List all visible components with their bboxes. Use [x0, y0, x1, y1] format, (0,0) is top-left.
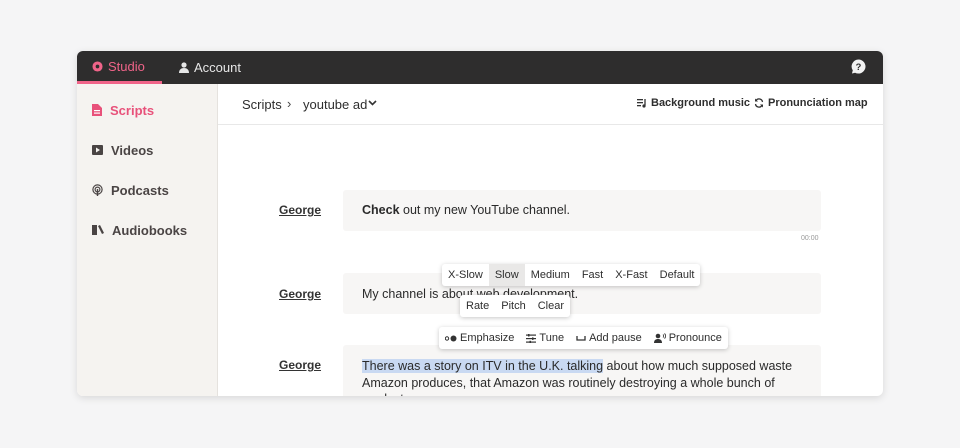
book-icon [92, 225, 104, 235]
speaker-name[interactable]: George [279, 287, 321, 301]
speaker-name[interactable]: George [279, 358, 321, 372]
document-icon [92, 104, 102, 116]
tab-account[interactable]: Account [179, 51, 241, 84]
speaking-person-icon [653, 333, 666, 343]
add-pause-label: Add pause [589, 332, 642, 344]
sync-icon [754, 98, 764, 108]
sidebar-item-label: Scripts [110, 102, 155, 118]
editor: Scripts › youtube ad Background music Pr… [218, 84, 883, 396]
background-music-label: Background music [651, 97, 751, 109]
top-bar: Studio Account ? [77, 51, 883, 84]
chevron-down-icon[interactable] [368, 100, 377, 106]
bold-text: Check [362, 203, 400, 217]
tune-icon [526, 333, 537, 343]
pronounce-label: Pronounce [668, 332, 722, 344]
rate-option-medium[interactable]: Medium [525, 264, 576, 286]
timestamp: 00:00 [801, 235, 819, 242]
tune-label: Tune [539, 332, 565, 344]
help-icon[interactable]: ? [851, 59, 866, 74]
rate-option-x-fast[interactable]: X-Fast [609, 264, 653, 286]
person-icon [179, 62, 189, 73]
video-icon [92, 145, 103, 155]
sidebar-item-audiobooks[interactable]: Audiobooks [92, 220, 187, 240]
sidebar-item-label: Podcasts [111, 182, 169, 198]
tab-studio-label: Studio [108, 58, 145, 74]
breadcrumb-scripts[interactable]: Scripts [242, 97, 282, 112]
emphasize-icon [445, 335, 457, 341]
podcast-icon [92, 184, 103, 196]
tune-menu: Rate Pitch Clear [460, 295, 571, 317]
format-menu: Emphasize Tune Add pause Pronounce [439, 327, 728, 349]
sidebar-item-label: Videos [111, 142, 154, 158]
tune-button[interactable]: Tune [520, 327, 570, 349]
tune-option-clear[interactable]: Clear [532, 295, 570, 317]
add-pause-button[interactable]: Add pause [570, 327, 648, 349]
emphasize-button[interactable]: Emphasize [439, 327, 520, 349]
script-line[interactable]: There was a story on ITV in the U.K. tal… [343, 345, 821, 396]
app-window: Studio Account ? Scripts Videos Podcasts… [77, 51, 883, 396]
tune-option-pitch[interactable]: Pitch [495, 295, 531, 317]
breadcrumb: Scripts › youtube ad Background music Pr… [218, 84, 883, 125]
tab-account-label: Account [194, 60, 241, 75]
pronunciation-map-label: Pronunciation map [768, 97, 868, 109]
line-text: out my new YouTube channel. [399, 203, 571, 217]
speaker-name[interactable]: George [279, 203, 321, 217]
sidebar-item-label: Audiobooks [112, 222, 188, 238]
tune-option-rate[interactable]: Rate [460, 295, 495, 317]
rate-option-fast[interactable]: Fast [576, 264, 609, 286]
sidebar-item-podcasts[interactable]: Podcasts [92, 180, 169, 200]
background-music-button[interactable]: Background music [637, 97, 750, 109]
emphasize-label: Emphasize [460, 332, 515, 344]
sidebar-item-videos[interactable]: Videos [92, 140, 153, 160]
selected-text: There was a story on ITV in the U.K. tal… [362, 359, 604, 373]
breadcrumb-separator: › [287, 96, 292, 111]
breadcrumb-current[interactable]: youtube ad [303, 97, 367, 112]
rate-menu: X-Slow Slow Medium Fast X-Fast Default [442, 264, 701, 286]
rate-option-x-slow[interactable]: X-Slow [442, 264, 489, 286]
pronunciation-map-button[interactable]: Pronunciation map [754, 97, 868, 109]
svg-text:?: ? [856, 62, 862, 72]
tab-studio[interactable]: Studio [77, 51, 162, 84]
script-line[interactable]: Check out my new YouTube channel. [343, 190, 821, 231]
music-list-icon [637, 98, 646, 108]
gear-icon [92, 60, 103, 72]
rate-option-slow[interactable]: Slow [488, 264, 525, 286]
pronounce-button[interactable]: Pronounce [648, 327, 728, 349]
sidebar: Scripts Videos Podcasts Audiobooks [77, 84, 218, 396]
rate-option-default[interactable]: Default [654, 264, 701, 286]
space-bar-icon [576, 336, 586, 341]
sidebar-item-scripts[interactable]: Scripts [92, 100, 154, 120]
